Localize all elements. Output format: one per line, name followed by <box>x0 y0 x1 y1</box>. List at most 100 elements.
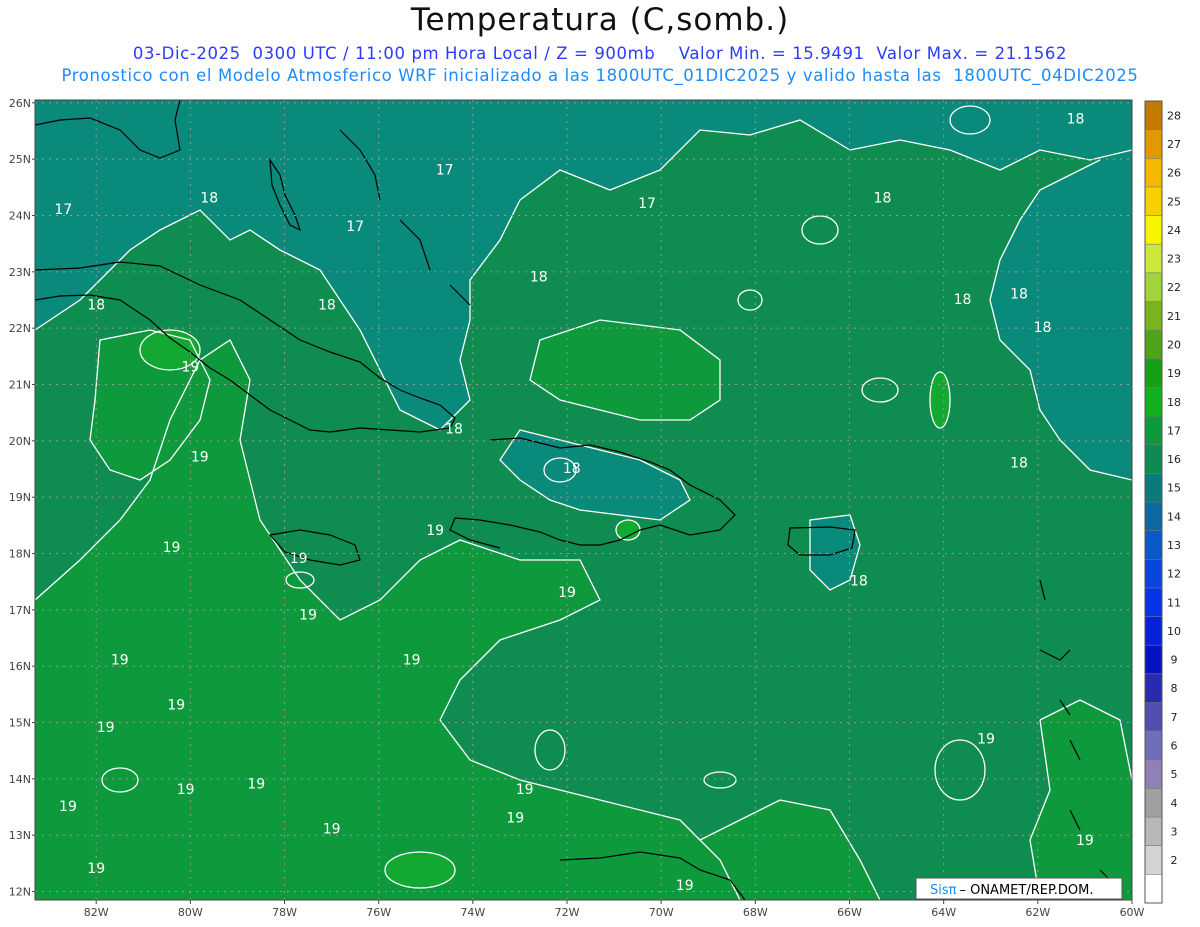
lat-label: 12N <box>9 886 31 899</box>
contour-label: 18 <box>445 422 463 438</box>
colorbar-label: 9 <box>1171 654 1178 667</box>
lat-label: 17N <box>9 604 31 617</box>
lat-label: 14N <box>9 773 31 786</box>
longitude-axis: 82W 80W 78W 76W 74W 72W 70W 68W 66W 64W 62W 60W <box>84 900 1145 919</box>
contour-label: 18 <box>850 574 868 590</box>
contour-label: 19 <box>1076 833 1094 849</box>
contour-label: 19 <box>977 731 995 747</box>
colorbar-swatch <box>1145 616 1162 646</box>
colorbar-label: 5 <box>1171 768 1178 781</box>
contour-label: 19 <box>59 799 77 815</box>
lat-label: 18N <box>9 548 31 561</box>
lon-label: 82W <box>84 906 109 919</box>
colorbar-swatch <box>1145 845 1162 875</box>
lon-label: 80W <box>178 906 203 919</box>
lat-label: 23N <box>9 266 31 279</box>
lon-label: 76W <box>366 906 391 919</box>
lon-label: 62W <box>1025 906 1050 919</box>
colorbar-swatch <box>1145 416 1162 446</box>
colorbar-swatch <box>1145 272 1162 302</box>
colorbar-swatch <box>1145 502 1162 531</box>
contour-label: 19 <box>87 861 105 877</box>
colorbar-swatch <box>1145 587 1162 617</box>
colorbar-swatch <box>1145 244 1162 274</box>
lon-label: 74W <box>460 906 485 919</box>
colorbar-swatch <box>1145 788 1162 818</box>
latitude-axis: 26N 25N 24N 23N 22N 21N 20N 19N 18N 17N 16N 15N 14N 1… <box>9 97 35 899</box>
contour-label: 19 <box>403 653 421 669</box>
lat-label: 26N <box>9 97 31 110</box>
contour-label: 18 <box>563 461 581 477</box>
colorbar-swatch <box>1145 874 1162 904</box>
lat-label: 13N <box>9 829 31 842</box>
contour-label: 19 <box>426 523 444 539</box>
lat-label: 22N <box>9 322 31 335</box>
colorbar-swatch <box>1145 759 1162 789</box>
colorbar-swatch <box>1145 673 1162 703</box>
colorbar-label: 24 <box>1167 224 1181 237</box>
colorbar-label: 25 <box>1167 195 1181 208</box>
contour-label: 18 <box>200 191 218 207</box>
contour-label: 17 <box>54 202 72 218</box>
colorbar-label: 14 <box>1167 510 1181 523</box>
lat-label: 16N <box>9 660 31 673</box>
colorbar-swatch <box>1145 530 1162 560</box>
colorbar-label: 6 <box>1171 739 1178 752</box>
contour-label: 18 <box>1067 112 1085 128</box>
lon-label: 72W <box>555 906 580 919</box>
colorbar-label: 13 <box>1167 539 1181 552</box>
contour-label: 18 <box>874 191 892 207</box>
contour-label: 19 <box>290 551 308 567</box>
contour-label: 18 <box>318 298 336 314</box>
colorbar-swatch <box>1145 101 1162 130</box>
contour-label: 19 <box>516 782 534 798</box>
lat-label: 25N <box>9 153 31 166</box>
colorbar-label: 11 <box>1167 596 1181 609</box>
contour-label: 18 <box>1034 320 1052 336</box>
colorbar-swatch <box>1145 444 1162 474</box>
lon-label: 68W <box>743 906 768 919</box>
colorbar-label: 21 <box>1167 310 1181 323</box>
colorbar-label: 18 <box>1167 396 1181 409</box>
colorbar-label: 20 <box>1167 338 1181 351</box>
contour-label: 18 <box>954 292 972 308</box>
contour-label: 17 <box>638 196 656 212</box>
contour-label: 18 <box>530 269 548 285</box>
colorbar-label: 23 <box>1167 253 1181 266</box>
colorbar-swatch <box>1145 215 1162 245</box>
colorbar-label: 16 <box>1167 453 1181 466</box>
colorbar-swatch <box>1145 731 1162 761</box>
colorbar-label: 2 <box>1171 854 1178 867</box>
lon-label: 78W <box>272 906 297 919</box>
lat-label: 19N <box>9 491 31 504</box>
contour-label: 19 <box>97 720 115 736</box>
lon-label: 60W <box>1120 906 1145 919</box>
credit-box: Sisπ – ONAMET/REP.DOM. <box>915 877 1123 900</box>
contour-label: 19 <box>506 810 524 826</box>
colorbar-swatch <box>1145 645 1162 675</box>
colorbar-swatch <box>1145 186 1162 216</box>
contour-label: 19 <box>191 450 209 466</box>
colorbar-label: 15 <box>1167 482 1181 495</box>
credit-brand: Sisπ <box>930 883 957 898</box>
contour-label: 19 <box>181 360 199 376</box>
colorbar-label: 8 <box>1171 682 1178 695</box>
colorbar-swatch <box>1145 158 1162 188</box>
contour-label: 19 <box>299 607 317 623</box>
lon-label: 66W <box>837 906 862 919</box>
colorbar-swatch <box>1145 358 1162 388</box>
colorbar-label: 19 <box>1167 367 1181 380</box>
contour-label: 19 <box>177 782 195 798</box>
contour-label: 18 <box>87 298 105 314</box>
colorbar-label: 4 <box>1171 797 1178 810</box>
colorbar-label: 17 <box>1167 424 1181 437</box>
colorbar-label: 28 <box>1167 109 1181 122</box>
lon-label: 64W <box>931 906 956 919</box>
colorbar-label: 12 <box>1167 568 1181 581</box>
colorbar: 2827262524232221201918171615141312111098… <box>1144 100 1181 904</box>
colorbar-label: 22 <box>1167 281 1181 294</box>
contour-label: 19 <box>676 878 694 894</box>
colorbar-swatch <box>1145 330 1162 360</box>
contour-label: 17 <box>346 219 364 235</box>
colorbar-swatch <box>1145 301 1162 331</box>
